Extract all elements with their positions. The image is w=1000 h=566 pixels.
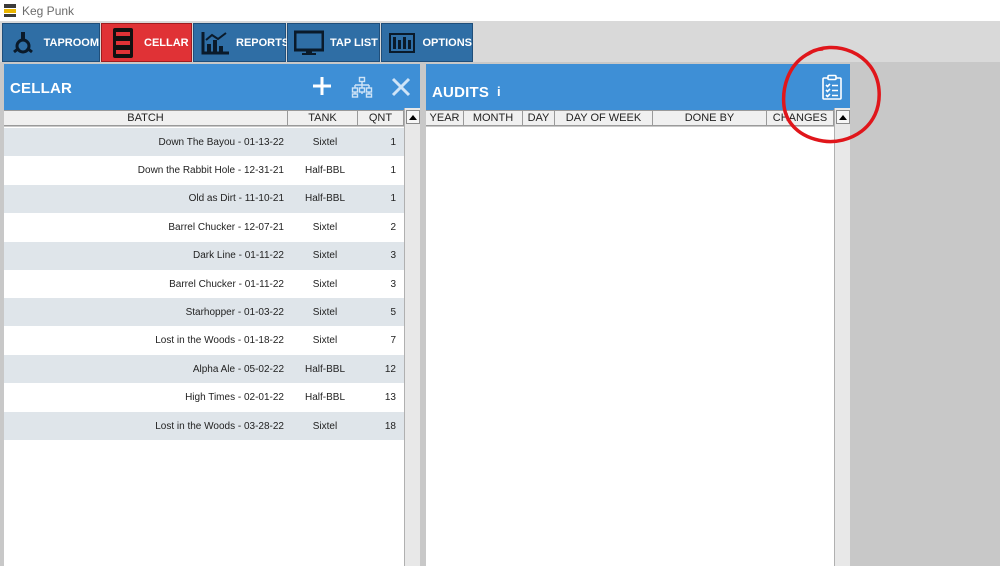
tank-cell: Sixtel	[312, 278, 338, 290]
tab-label: REPORTS	[236, 36, 290, 49]
cellar-column-header: BATCH TANK QNT	[4, 110, 404, 126]
title-bar: Keg Punk	[0, 0, 1000, 21]
batch-cell: Barrel Chucker - 12-07-21	[168, 221, 284, 233]
scroll-up-arrow-icon[interactable]	[406, 110, 420, 124]
column-done-by[interactable]: DONE BY	[653, 111, 767, 125]
tank-cell: Sixtel	[312, 306, 338, 318]
batch-cell: Starhopper - 01-03-22	[185, 306, 284, 318]
tank-cell: Half-BBL	[304, 164, 345, 176]
batch-cell: Old as Dirt - 11-10-21	[188, 193, 284, 205]
qnt-cell: 3	[390, 250, 396, 262]
tank-cell: Half-BBL	[304, 193, 345, 205]
qnt-cell: 13	[384, 392, 396, 404]
tab-taproom[interactable]: TAPROOM	[2, 23, 100, 62]
cellar-title: CELLAR	[10, 80, 73, 97]
batch-cell: Down the Rabbit Hole - 12-31-21	[137, 164, 284, 176]
cellar-scrollbar[interactable]	[404, 108, 420, 566]
scroll-up-arrow-icon[interactable]	[836, 110, 850, 124]
column-year[interactable]: YEAR	[426, 111, 464, 125]
clipboard-icon[interactable]	[819, 72, 845, 102]
table-row[interactable]: Down the Rabbit Hole - 12-31-21 Half-BBL 1	[4, 156, 404, 184]
hierarchy-icon[interactable]	[349, 74, 375, 100]
tab-label: CELLAR	[144, 36, 189, 49]
tank-cell: Half-BBL	[304, 363, 345, 375]
qnt-cell: 12	[384, 363, 396, 375]
qnt-cell: 1	[390, 164, 396, 176]
column-tank[interactable]: TANK	[288, 111, 358, 125]
table-row[interactable]: Old as Dirt - 11-10-21 Half-BBL 1	[4, 184, 404, 213]
batch-cell: Down The Bayou - 01-13-22	[158, 136, 284, 148]
column-batch[interactable]: BATCH	[4, 111, 288, 125]
table-row[interactable]: Lost in the Woods - 01-18-22 Sixtel 7	[4, 327, 404, 355]
column-qnt[interactable]: QNT	[358, 111, 404, 125]
qnt-cell: 2	[390, 221, 396, 233]
cellar-table-body: Down The Bayou - 01-13-22 Sixtel 1 Down the…	[4, 127, 404, 566]
qnt-cell: 5	[390, 306, 396, 318]
tank-cell: Half-BBL	[304, 392, 345, 404]
batch-cell: Lost in the Woods - 03-28-22	[155, 420, 284, 432]
batch-cell: Lost in the Woods - 01-18-22	[155, 335, 284, 347]
cellar-panel-header: CELLAR	[4, 64, 420, 110]
monitor-icon	[294, 28, 324, 58]
tank-cell: Sixtel	[312, 420, 338, 432]
tab-label: TAP LIST	[330, 36, 378, 49]
audits-title: AUDITS	[432, 84, 490, 101]
main-tab-bar: TAPROOM CELLAR REPORTS TAP LIST OPTIONS	[0, 21, 1000, 62]
tank-cell: Sixtel	[312, 335, 338, 347]
column-month[interactable]: MONTH	[464, 111, 523, 125]
taproom-icon	[9, 28, 38, 58]
options-icon	[388, 28, 416, 58]
table-row[interactable]: Down The Bayou - 01-13-22 Sixtel 1	[4, 128, 404, 156]
qnt-cell: 3	[390, 278, 396, 290]
audits-column-header: YEAR MONTH DAY DAY OF WEEK DONE BY CHANG…	[426, 110, 834, 126]
qnt-cell: 1	[390, 136, 396, 148]
chart-icon	[200, 28, 230, 58]
table-row[interactable]: Barrel Chucker - 01-11-22 Sixtel 3	[4, 270, 404, 298]
column-changes[interactable]: CHANGES	[767, 111, 834, 125]
table-row[interactable]: Starhopper - 01-03-22 Sixtel 5	[4, 298, 404, 327]
table-row[interactable]: High Times - 02-01-22 Half-BBL 13	[4, 384, 404, 412]
info-icon[interactable]: i	[497, 84, 501, 99]
tank-cell: Sixtel	[312, 221, 338, 233]
batch-cell: Dark Line - 01-11-22	[193, 250, 284, 262]
table-row[interactable]: Dark Line - 01-11-22 Sixtel 3	[4, 241, 404, 270]
batch-cell: Alpha Ale - 05-02-22	[192, 363, 284, 375]
add-icon[interactable]	[310, 74, 334, 98]
qnt-cell: 1	[390, 193, 396, 205]
table-row[interactable]: Alpha Ale - 05-02-22 Half-BBL 12	[4, 355, 404, 384]
keg-punk-app-icon	[4, 4, 16, 17]
tank-cell: Sixtel	[312, 250, 338, 262]
keg-icon	[108, 27, 138, 58]
qnt-cell: 18	[384, 420, 396, 432]
column-day-of-week[interactable]: DAY OF WEEK	[555, 111, 653, 125]
batch-cell: Barrel Chucker - 01-11-22	[169, 278, 284, 290]
audits-scrollbar[interactable]	[834, 108, 850, 566]
audits-panel-header: AUDITS i	[426, 64, 850, 110]
column-day[interactable]: DAY	[523, 111, 555, 125]
audits-table-body	[426, 127, 834, 566]
tab-label: OPTIONS	[422, 36, 472, 49]
table-row[interactable]: Barrel Chucker - 12-07-21 Sixtel 2	[4, 213, 404, 241]
qnt-cell: 7	[390, 335, 396, 347]
table-row[interactable]: Lost in the Woods - 03-28-22 Sixtel 18	[4, 412, 404, 440]
tank-cell: Sixtel	[312, 136, 338, 148]
batch-cell: High Times - 02-01-22	[185, 392, 284, 404]
tab-options[interactable]: OPTIONS	[381, 23, 473, 62]
tab-cellar[interactable]: CELLAR	[101, 23, 192, 62]
tab-tap-list[interactable]: TAP LIST	[287, 23, 380, 62]
tab-reports[interactable]: REPORTS	[193, 23, 290, 62]
close-icon[interactable]	[388, 74, 414, 100]
window-title: Keg Punk	[22, 3, 75, 18]
tab-label: TAPROOM	[43, 36, 99, 49]
